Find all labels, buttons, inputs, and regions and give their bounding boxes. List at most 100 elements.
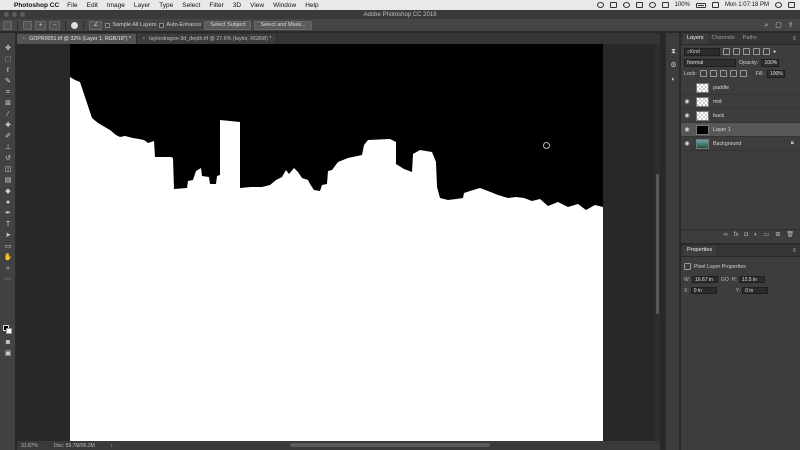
layer-row-selected[interactable]: ◉ Layer 1 bbox=[681, 123, 800, 137]
menu-file[interactable]: File bbox=[67, 2, 77, 9]
menu-type[interactable]: Type bbox=[159, 2, 173, 9]
y-field[interactable]: 0 in bbox=[742, 287, 769, 294]
menu-layer[interactable]: Layer bbox=[134, 2, 150, 9]
new-selection-button[interactable] bbox=[23, 20, 32, 30]
tab-paths[interactable]: Paths bbox=[739, 34, 761, 44]
search-icon[interactable]: ⌕ bbox=[763, 22, 770, 29]
lock-image-icon[interactable] bbox=[709, 70, 717, 77]
tool-preset-picker[interactable] bbox=[3, 20, 12, 30]
tab-properties[interactable]: Properties bbox=[683, 246, 717, 256]
time-machine-icon[interactable] bbox=[622, 2, 630, 8]
brush-tool-icon[interactable]: ✐ bbox=[3, 133, 13, 141]
fill-field[interactable]: 100% bbox=[766, 69, 785, 78]
brush-angle-button[interactable]: ∠ bbox=[89, 20, 103, 30]
lock-position-icon[interactable] bbox=[719, 70, 727, 77]
frame-tool-icon[interactable]: ⊠ bbox=[3, 100, 13, 108]
layer-row[interactable]: ◉ mid bbox=[681, 95, 800, 109]
marquee-tool-icon[interactable]: ⬚ bbox=[3, 56, 13, 64]
layer-style-icon[interactable]: fx bbox=[734, 232, 739, 238]
layer-name[interactable]: Background bbox=[713, 141, 741, 147]
clone-stamp-tool-icon[interactable]: ⊥ bbox=[3, 144, 13, 152]
menu-edit[interactable]: Edit bbox=[87, 2, 98, 9]
screen-mirroring-icon[interactable] bbox=[609, 2, 617, 8]
height-field[interactable]: 12.5 in bbox=[738, 276, 765, 283]
battery-icon[interactable] bbox=[695, 2, 706, 8]
dodge-tool-icon[interactable]: ● bbox=[3, 199, 13, 207]
select-and-mask-button[interactable]: Select and Mask... bbox=[254, 20, 312, 30]
lock-transparent-icon[interactable] bbox=[699, 70, 707, 77]
pen-tool-icon[interactable]: ✒ bbox=[3, 210, 13, 218]
screen-mode-icon[interactable]: ▣ bbox=[3, 350, 13, 358]
tab-channels[interactable]: Channels bbox=[708, 34, 739, 44]
workspace-icon[interactable]: ▢ bbox=[775, 22, 782, 29]
lock-artboard-icon[interactable] bbox=[729, 70, 737, 77]
canvas-area[interactable] bbox=[17, 44, 660, 441]
menu-help[interactable]: Help bbox=[305, 2, 318, 9]
link-layers-icon[interactable]: ∞ bbox=[723, 232, 727, 238]
notification-center-icon[interactable] bbox=[788, 2, 795, 8]
quick-mask-icon[interactable]: ◙ bbox=[3, 339, 13, 347]
minimize-window-icon[interactable] bbox=[12, 12, 17, 17]
close-tab-icon[interactable]: × bbox=[22, 36, 25, 42]
menu-view[interactable]: View bbox=[250, 2, 264, 9]
pixel-filter-icon[interactable] bbox=[723, 48, 730, 55]
blur-tool-icon[interactable]: ◆ bbox=[3, 188, 13, 196]
filter-toggle-icon[interactable]: ● bbox=[773, 49, 776, 55]
adjustment-layer-icon[interactable]: ◐ bbox=[754, 232, 758, 238]
layer-name[interactable]: back bbox=[713, 113, 724, 119]
properties-panel-icon[interactable]: ⚙ bbox=[669, 61, 678, 70]
x-field[interactable]: 0 in bbox=[690, 287, 717, 294]
brush-size-picker[interactable] bbox=[71, 21, 79, 29]
add-mask-icon[interactable]: ◘ bbox=[744, 232, 748, 238]
bluetooth-icon[interactable] bbox=[635, 2, 643, 8]
volume-icon[interactable] bbox=[661, 2, 669, 8]
menu-window[interactable]: Window bbox=[273, 2, 296, 9]
close-window-icon[interactable] bbox=[4, 12, 9, 17]
creative-cloud-icon[interactable] bbox=[596, 2, 604, 8]
layer-row[interactable]: ◉ Background 🔒︎ bbox=[681, 137, 800, 151]
zoom-window-icon[interactable] bbox=[20, 12, 25, 17]
menubar-clock[interactable]: Mon 1:07:18 PM bbox=[725, 2, 769, 8]
share-icon[interactable]: ⇪ bbox=[787, 22, 794, 29]
app-name-menu[interactable]: Photoshop CC bbox=[14, 2, 59, 9]
add-to-selection-button[interactable]: + bbox=[35, 20, 47, 30]
crop-tool-icon[interactable]: ⌗ bbox=[3, 89, 13, 97]
lasso-tool-icon[interactable]: ℓ bbox=[3, 67, 13, 75]
delete-layer-icon[interactable]: 🗑︎ bbox=[786, 231, 794, 238]
layer-kind-filter[interactable]: ⌕ Kind bbox=[684, 47, 720, 56]
lock-all-icon[interactable] bbox=[739, 70, 747, 77]
layer-row[interactable]: paddle bbox=[681, 81, 800, 95]
link-dimensions-label[interactable]: GO bbox=[721, 277, 729, 283]
path-selection-tool-icon[interactable]: ➤ bbox=[3, 232, 13, 240]
keyboard-flag-icon[interactable] bbox=[711, 2, 719, 8]
rectangle-tool-icon[interactable]: ▭ bbox=[3, 243, 13, 251]
shape-filter-icon[interactable] bbox=[753, 48, 760, 55]
new-group-icon[interactable]: ▭ bbox=[764, 231, 770, 238]
close-tab-icon[interactable]: × bbox=[142, 36, 145, 42]
menu-select[interactable]: Select bbox=[182, 2, 200, 9]
menu-3d[interactable]: 3D bbox=[233, 2, 241, 9]
document-tab-active[interactable]: × GOPR0051.tif @ 32% (Layer 1, RGB/16*) … bbox=[17, 34, 138, 44]
background-color-swatch[interactable] bbox=[6, 328, 12, 334]
type-filter-icon[interactable] bbox=[743, 48, 750, 55]
width-field[interactable]: 16.67 in bbox=[692, 276, 719, 283]
eye-icon[interactable]: ◉ bbox=[681, 126, 693, 133]
panel-menu-icon[interactable]: ≡ bbox=[792, 36, 796, 42]
vertical-scroll-thumb[interactable] bbox=[656, 174, 659, 314]
select-subject-button[interactable]: Select Subject bbox=[204, 20, 252, 30]
hand-tool-icon[interactable]: ✋ bbox=[3, 254, 13, 262]
opacity-field[interactable]: 100% bbox=[761, 58, 780, 67]
document-canvas[interactable] bbox=[70, 44, 603, 441]
menu-image[interactable]: Image bbox=[107, 2, 125, 9]
edit-toolbar-icon[interactable]: ⋯ bbox=[3, 276, 13, 284]
zoom-tool-icon[interactable]: ⌕ bbox=[3, 265, 13, 273]
tab-layers[interactable]: Layers bbox=[683, 34, 708, 44]
layer-name[interactable]: Layer 1 bbox=[713, 127, 731, 133]
panel-menu-icon[interactable]: ≡ bbox=[792, 248, 796, 254]
eyedropper-tool-icon[interactable]: ⁄ bbox=[3, 111, 13, 119]
horizontal-scroll-thumb[interactable] bbox=[290, 443, 490, 447]
history-brush-tool-icon[interactable]: ↺ bbox=[3, 155, 13, 163]
zoom-level[interactable]: 31.87% bbox=[21, 443, 38, 449]
eraser-tool-icon[interactable]: ◫ bbox=[3, 166, 13, 174]
new-layer-icon[interactable]: ⊞ bbox=[775, 231, 780, 238]
